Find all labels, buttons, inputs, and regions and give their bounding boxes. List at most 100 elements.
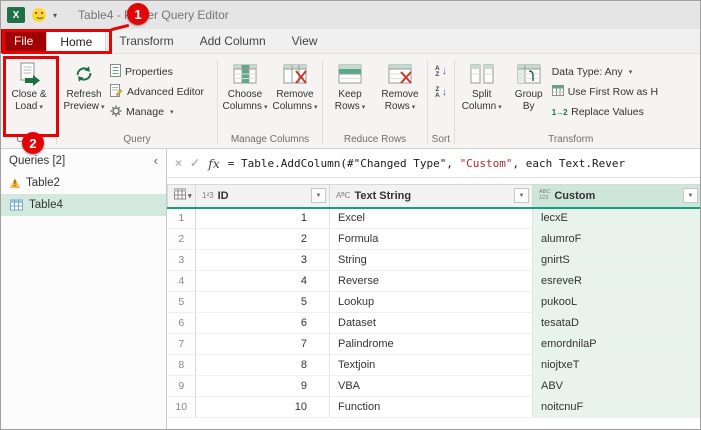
group-by-button[interactable]: Group By — [508, 57, 550, 112]
grid-table: ▾ 1²3 ID ▼ AᴮC Text String ▼ ABC 123 Custom ▼ 11E… — [167, 184, 700, 418]
query-name: Table2 — [26, 177, 60, 189]
commit-icon[interactable]: ✓ — [190, 156, 200, 170]
cell[interactable]: String — [329, 249, 533, 271]
data-preview: ▾ 1²3 ID ▼ AᴮC Text String ▼ ABC 123 Custom ▼ 11E… — [167, 178, 700, 429]
split-column-icon — [469, 61, 495, 86]
query-item-table4[interactable]: Table4 — [1, 194, 166, 216]
column-type-icon[interactable]: ABC 123 — [539, 190, 550, 201]
dropdown-caret-icon: ▾ — [313, 103, 318, 111]
cell[interactable]: emordnilaP — [532, 333, 700, 355]
column-name: ID — [217, 189, 229, 202]
cell[interactable]: VBA — [329, 375, 533, 397]
choose-columns-button[interactable]: Choose Columns ▾ — [221, 57, 269, 113]
cell[interactable]: alumroF — [532, 228, 700, 250]
column-type-icon[interactable]: 1²3 — [202, 191, 214, 200]
cell[interactable]: 5 — [195, 291, 330, 313]
cell[interactable]: Excel — [329, 207, 533, 229]
cell[interactable]: lecxE — [532, 207, 700, 229]
tab-file[interactable]: File — [1, 29, 47, 53]
collapse-panel-icon[interactable]: ‹ — [154, 154, 158, 167]
cell[interactable]: Palindrome — [329, 333, 533, 355]
sort-ascending-button[interactable]: AZ ↓ — [435, 64, 447, 80]
cell[interactable]: noitcnuF — [532, 396, 700, 418]
column-header-custom[interactable]: ABC 123 Custom ▼ — [532, 184, 700, 209]
cell[interactable]: Dataset — [329, 312, 533, 334]
remove-columns-icon — [282, 61, 308, 86]
group-divider — [453, 60, 455, 144]
cell[interactable]: Lookup — [329, 291, 533, 313]
cell[interactable]: 10 — [195, 396, 330, 418]
replace-values-button[interactable]: 1→2 Replace Values — [552, 104, 684, 120]
grid-body: 1 1 Excel lecxE 2 2 Formula alumroF 3 3 String gnir… — [167, 207, 700, 418]
choose-columns-icon — [232, 61, 258, 86]
cell[interactable]: tesataD — [532, 312, 700, 334]
manage-button[interactable]: Manage ▾ — [110, 104, 214, 120]
remove-columns-button[interactable]: Remove Columns ▾ — [271, 57, 319, 113]
properties-button[interactable]: Properties — [110, 64, 214, 80]
advanced-editor-button[interactable]: Advanced Editor — [110, 84, 214, 100]
cell[interactable]: 3 — [195, 249, 330, 271]
row-number: 4 — [167, 270, 196, 292]
column-type-icon[interactable]: AᴮC — [336, 191, 350, 200]
group-by-icon — [516, 61, 542, 86]
cell[interactable]: 6 — [195, 312, 330, 334]
cell[interactable]: Formula — [329, 228, 533, 250]
grid-header-row: ▾ 1²3 ID ▼ AᴮC Text String ▼ ABC 123 Custom ▼ — [167, 184, 700, 209]
formula-bar: × ✓ fx = Table.AddColumn(#"Changed Type"… — [167, 149, 700, 178]
tab-view[interactable]: View — [279, 29, 331, 53]
cell[interactable]: 7 — [195, 333, 330, 355]
ribbon: Close &Load▾ Close RefreshPreview▾ Prope… — [1, 54, 700, 149]
tab-transform[interactable]: Transform — [106, 29, 186, 53]
cell[interactable]: 2 — [195, 228, 330, 250]
column-header-text-string[interactable]: AᴮC Text String ▼ — [329, 184, 533, 209]
data-type-button[interactable]: Data Type: Any ▾ — [552, 64, 684, 80]
filter-button[interactable]: ▼ — [514, 188, 529, 204]
cell[interactable]: niojtxeT — [532, 354, 700, 376]
fx-icon: fx — [208, 155, 220, 171]
cancel-icon[interactable]: × — [175, 156, 182, 170]
close-and-load-button[interactable]: Close & Load ▾ — [5, 57, 53, 113]
cell[interactable]: 4 — [195, 270, 330, 292]
table-icon — [10, 199, 23, 211]
cell[interactable]: gnirtS — [532, 249, 700, 271]
cell[interactable]: pukooL — [532, 291, 700, 313]
ribbon-tab-strip: File Home Transform Add Column View — [1, 29, 700, 54]
group-label-reduce-rows: Reduce Rows — [343, 134, 407, 145]
cell[interactable]: 9 — [195, 375, 330, 397]
cell[interactable]: 8 — [195, 354, 330, 376]
table-row: 5 5 Lookup pukooL — [167, 291, 700, 313]
query-item-table2[interactable]: Table2 — [1, 172, 166, 194]
dropdown-caret-icon: ▾ — [188, 192, 192, 200]
group-divider — [56, 60, 57, 144]
smiley-feedback-icon[interactable] — [32, 8, 46, 22]
formula-input[interactable]: = Table.AddColumn(#"Changed Type", "Cust… — [228, 157, 692, 170]
cell[interactable]: Reverse — [329, 270, 533, 292]
title-bar: X ▾ Table4 - Power Query Editor — [1, 1, 700, 29]
use-first-row-icon — [551, 85, 564, 99]
cell[interactable]: esreveR — [532, 270, 700, 292]
keep-rows-button[interactable]: Keep Rows ▾ — [326, 57, 374, 113]
refresh-preview-button[interactable]: Refresh Preview ▾ — [60, 57, 108, 113]
row-number: 10 — [167, 396, 196, 418]
qat-dropdown-icon[interactable]: ▾ — [53, 11, 57, 20]
column-header-id[interactable]: 1²3 ID ▼ — [195, 184, 330, 209]
replace-values-icon: 1→2 — [551, 107, 568, 117]
use-first-row-button[interactable]: Use First Row as H — [551, 84, 684, 100]
tab-add-column[interactable]: Add Column — [187, 29, 279, 53]
cell[interactable]: Function — [329, 396, 533, 418]
split-column-button[interactable]: Split Column ▾ — [458, 57, 506, 113]
cell[interactable]: Textjoin — [329, 354, 533, 376]
sort-descending-button[interactable]: ZA ↓ — [435, 85, 447, 101]
column-name: Custom — [554, 189, 596, 202]
remove-rows-button[interactable]: Remove Rows ▾ — [376, 57, 424, 113]
cell[interactable]: 1 — [195, 207, 330, 229]
table-corner-button[interactable]: ▾ — [167, 184, 196, 209]
dropdown-caret-icon: ▾ — [169, 109, 174, 116]
ribbon-group-transform: SplitColumn▾ GroupBy Data Type: Any ▾ — [456, 56, 686, 148]
query-list: Table2 Table4 — [1, 172, 166, 216]
tab-home[interactable]: Home — [46, 29, 107, 53]
filter-button[interactable]: ▼ — [311, 188, 326, 204]
filter-button[interactable]: ▼ — [683, 188, 698, 204]
cell[interactable]: ABV — [532, 375, 700, 397]
warning-icon — [10, 178, 20, 188]
